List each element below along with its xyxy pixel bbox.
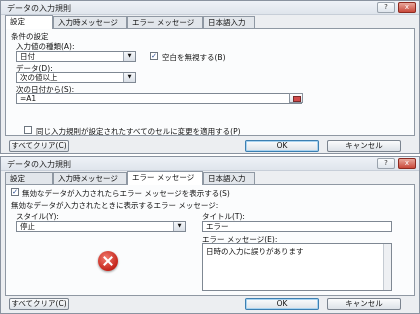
chevron-down-icon[interactable]: ▼ (123, 52, 135, 61)
dialog-title: データの入力規則 (7, 4, 71, 13)
chevron-down-icon[interactable]: ▼ (173, 222, 185, 231)
show-error-checkbox[interactable]: ✓ (11, 188, 19, 196)
stop-error-icon (98, 251, 118, 271)
data-operator-select[interactable]: 次の値以上 ▼ (16, 72, 136, 83)
data-validation-dialog-error-alert: データの入力規則 ? x 設定 入力時メッセージ エラー メッセージ 日本語入力… (0, 156, 420, 314)
cancel-button[interactable]: キャンセル (327, 298, 401, 310)
ok-button[interactable]: OK (245, 298, 319, 310)
start-date-input[interactable]: =A1 (16, 93, 302, 104)
title-bar[interactable]: データの入力規則 ? x (1, 157, 419, 171)
chevron-down-icon[interactable]: ▼ (123, 73, 135, 82)
tab-settings[interactable]: 設定 (5, 172, 53, 184)
cancel-button[interactable]: キャンセル (327, 140, 401, 152)
show-error-label: 無効なデータが入力されたらエラー メッセージを表示する(S) (22, 189, 230, 198)
tab-error-message[interactable]: エラー メッセージ (127, 16, 203, 28)
close-button[interactable]: x (398, 158, 416, 169)
start-date-value: =A1 (20, 94, 37, 103)
help-button[interactable]: ? (377, 158, 395, 169)
close-button[interactable]: x (398, 2, 416, 13)
error-message-value: 日時の入力に誤りがあります (206, 247, 304, 256)
error-title-value: エラー (206, 222, 229, 231)
apply-all-label: 同じ入力規則が設定されたすべてのセルに変更を適用する(P) (36, 127, 241, 136)
error-message-textarea[interactable]: 日時の入力に誤りがあります (202, 243, 392, 291)
error-title-input[interactable]: エラー (202, 221, 392, 232)
clear-all-button[interactable]: すべてクリア(C) (9, 298, 69, 310)
style-value: 停止 (20, 222, 35, 231)
tab-error-message[interactable]: エラー メッセージ (127, 171, 203, 185)
dialog-title: データの入力規則 (7, 160, 71, 169)
help-button[interactable]: ? (377, 2, 395, 13)
ignore-blank-label: 空白を無視する(B) (162, 53, 226, 62)
allow-type-value: 日付 (20, 52, 35, 61)
tab-japanese-input[interactable]: 日本語入力 (203, 172, 255, 184)
cell-reference-icon[interactable] (289, 93, 303, 103)
tab-settings[interactable]: 設定 (5, 15, 53, 29)
data-operator-value: 次の値以上 (20, 73, 58, 82)
ignore-blank-checkbox[interactable]: ✓ (150, 52, 158, 60)
clear-all-button[interactable]: すべてクリア(C) (9, 140, 69, 152)
title-bar[interactable]: データの入力規則 ? x (1, 1, 419, 15)
allow-type-select[interactable]: 日付 ▼ (16, 51, 136, 62)
data-validation-dialog-settings: データの入力規則 ? x 設定 入力時メッセージ エラー メッセージ 日本語入力… (0, 0, 420, 154)
ok-button[interactable]: OK (245, 140, 319, 152)
style-select[interactable]: 停止 ▼ (16, 221, 186, 232)
apply-all-checkbox[interactable] (24, 126, 32, 134)
when-invalid-label: 無効なデータが入力されたときに表示するエラー メッセージ: (11, 201, 219, 210)
tab-input-message[interactable]: 入力時メッセージ (53, 16, 127, 28)
scrollbar[interactable] (383, 244, 391, 290)
tab-input-message[interactable]: 入力時メッセージ (53, 172, 127, 184)
error-alert-panel: ✓ 無効なデータが入力されたらエラー メッセージを表示する(S) 無効なデータが… (5, 184, 415, 296)
settings-panel: 条件の設定 入力値の種類(A): 日付 ▼ ✓ 空白を無視する(B) データ(D… (5, 28, 415, 136)
tab-japanese-input[interactable]: 日本語入力 (203, 16, 255, 28)
